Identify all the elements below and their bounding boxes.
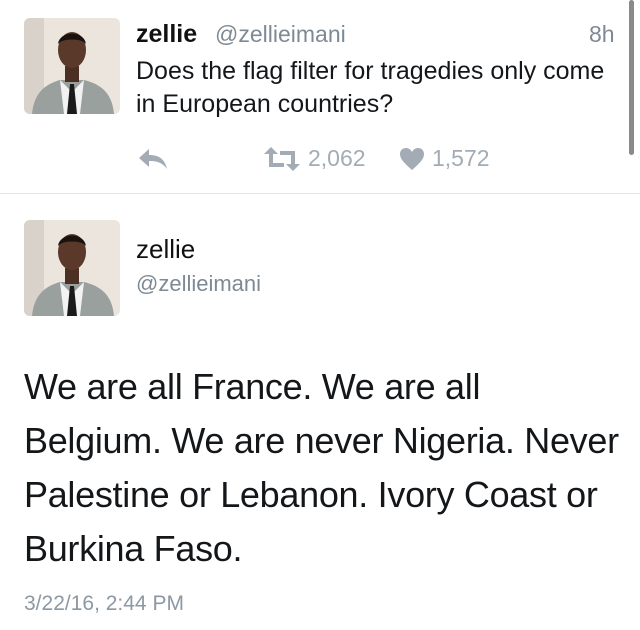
- like-icon[interactable]: [398, 145, 426, 173]
- user-handle[interactable]: @zellieimani: [215, 21, 346, 48]
- display-name[interactable]: zellie: [136, 20, 197, 49]
- avatar[interactable]: [24, 220, 120, 316]
- tweet-time: 8h: [589, 21, 615, 47]
- retweet-count: 2,062: [308, 145, 366, 171]
- tweet-timestamp[interactable]: 3/22/16, 2:44 PM: [24, 592, 184, 616]
- retweet-icon[interactable]: [262, 145, 302, 173]
- reply-icon[interactable]: [136, 145, 170, 173]
- display-name[interactable]: zellie: [136, 234, 195, 265]
- divider: [0, 193, 640, 194]
- timeline-tweet[interactable]: zellie @zellieimani 8h Does the flag fil…: [0, 0, 640, 193]
- user-handle[interactable]: @zellieimani: [136, 271, 261, 297]
- like-count: 1,572: [432, 145, 490, 171]
- tweet-actions: 2,062 1,572: [136, 142, 556, 176]
- tweet-text: We are all France. We are all Belgium. W…: [24, 366, 619, 569]
- tweet-text: Does the flag filter for tragedies only …: [136, 57, 605, 118]
- avatar[interactable]: [24, 18, 120, 114]
